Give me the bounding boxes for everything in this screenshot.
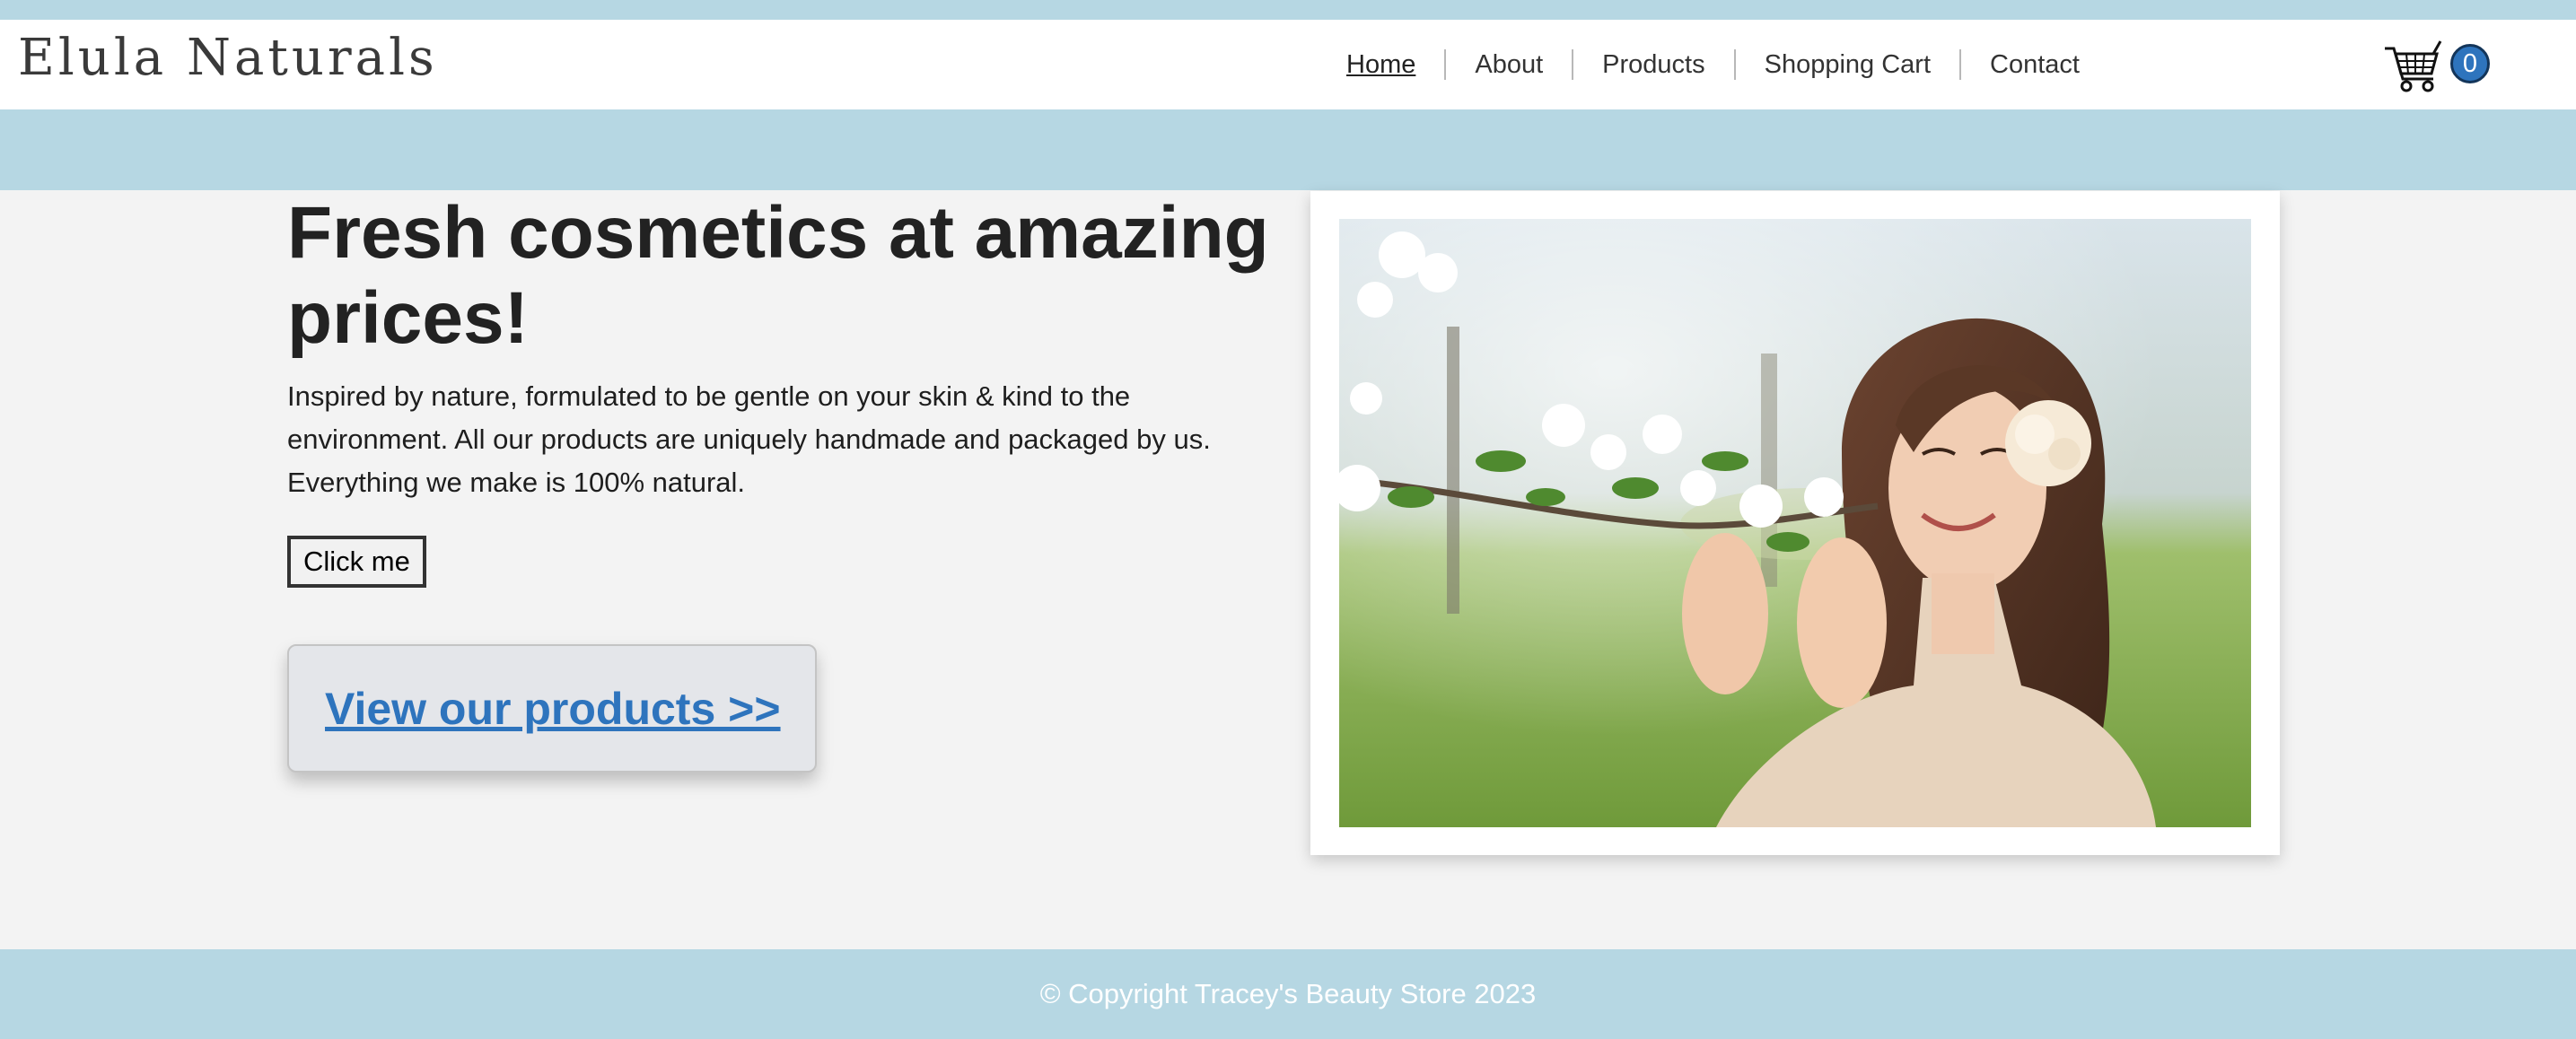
- shopping-cart-icon[interactable]: [2383, 39, 2444, 95]
- site-logo[interactable]: Elula Naturals: [18, 29, 438, 87]
- hero-image: [1339, 219, 2251, 827]
- copyright-text: © Copyright Tracey's Beauty Store 2023: [1039, 978, 1537, 1009]
- click-me-button[interactable]: Click me: [287, 536, 426, 588]
- nav-item-shopping-cart[interactable]: Shopping Cart: [1733, 49, 1959, 80]
- site-header: Elula Naturals Home About Products Shopp…: [0, 20, 2576, 109]
- nav-item-products[interactable]: Products: [1572, 49, 1733, 80]
- view-products-card[interactable]: View our products >>: [287, 644, 817, 773]
- hero-band: [0, 109, 2576, 190]
- cart-count-badge[interactable]: 0: [2450, 44, 2490, 83]
- top-accent-strip: [0, 0, 2576, 20]
- nav-item-home[interactable]: Home: [1346, 49, 1444, 80]
- page-title: Fresh cosmetics at amazing prices!: [287, 192, 1269, 359]
- nav-item-about[interactable]: About: [1444, 49, 1572, 80]
- nav-item-contact[interactable]: Contact: [1959, 49, 2108, 80]
- hero-description: Inspired by nature, formulated to be gen…: [287, 380, 1211, 498]
- view-products-link[interactable]: View our products >>: [325, 683, 781, 735]
- site-footer: © Copyright Tracey's Beauty Store 2023: [0, 949, 2576, 1039]
- main-nav: Home About Products Shopping Cart Contac…: [1346, 20, 2108, 109]
- hero-image-frame: [1310, 191, 2280, 855]
